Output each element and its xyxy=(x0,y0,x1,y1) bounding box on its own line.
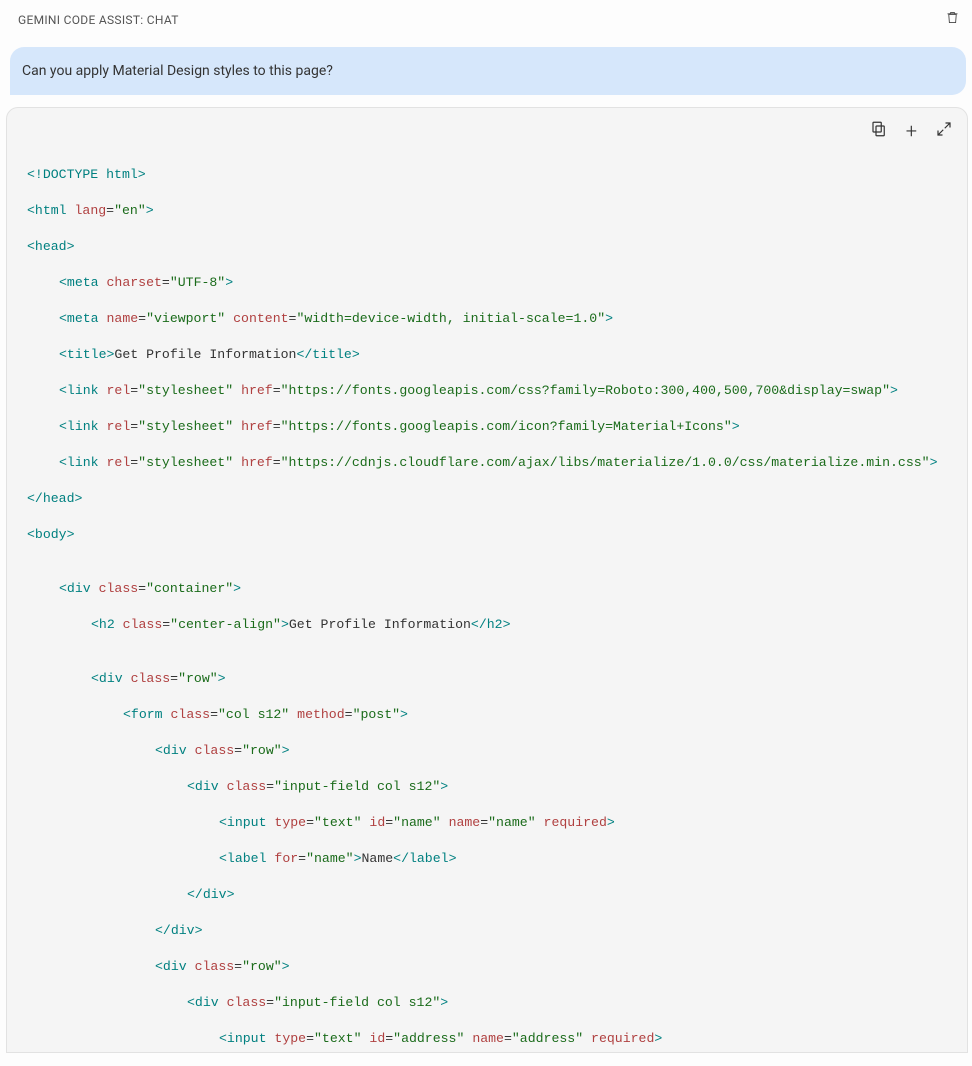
add-icon[interactable]: + xyxy=(906,121,917,141)
trash-icon[interactable] xyxy=(945,10,960,29)
panel-header: GEMINI CODE ASSIST: CHAT xyxy=(0,0,972,35)
panel-title: GEMINI CODE ASSIST: CHAT xyxy=(18,13,179,27)
copy-icon[interactable] xyxy=(870,120,888,142)
user-message-text: Can you apply Material Design styles to … xyxy=(22,63,333,79)
expand-icon[interactable] xyxy=(935,120,953,142)
code-action-bar: + xyxy=(870,120,953,142)
user-message-bubble: Can you apply Material Design styles to … xyxy=(10,47,966,95)
code-block[interactable]: <!DOCTYPE html> <html lang="en"> <head> … xyxy=(7,108,967,1052)
code-response-card: + <!DOCTYPE html> <html lang="en"> <head… xyxy=(6,107,968,1053)
